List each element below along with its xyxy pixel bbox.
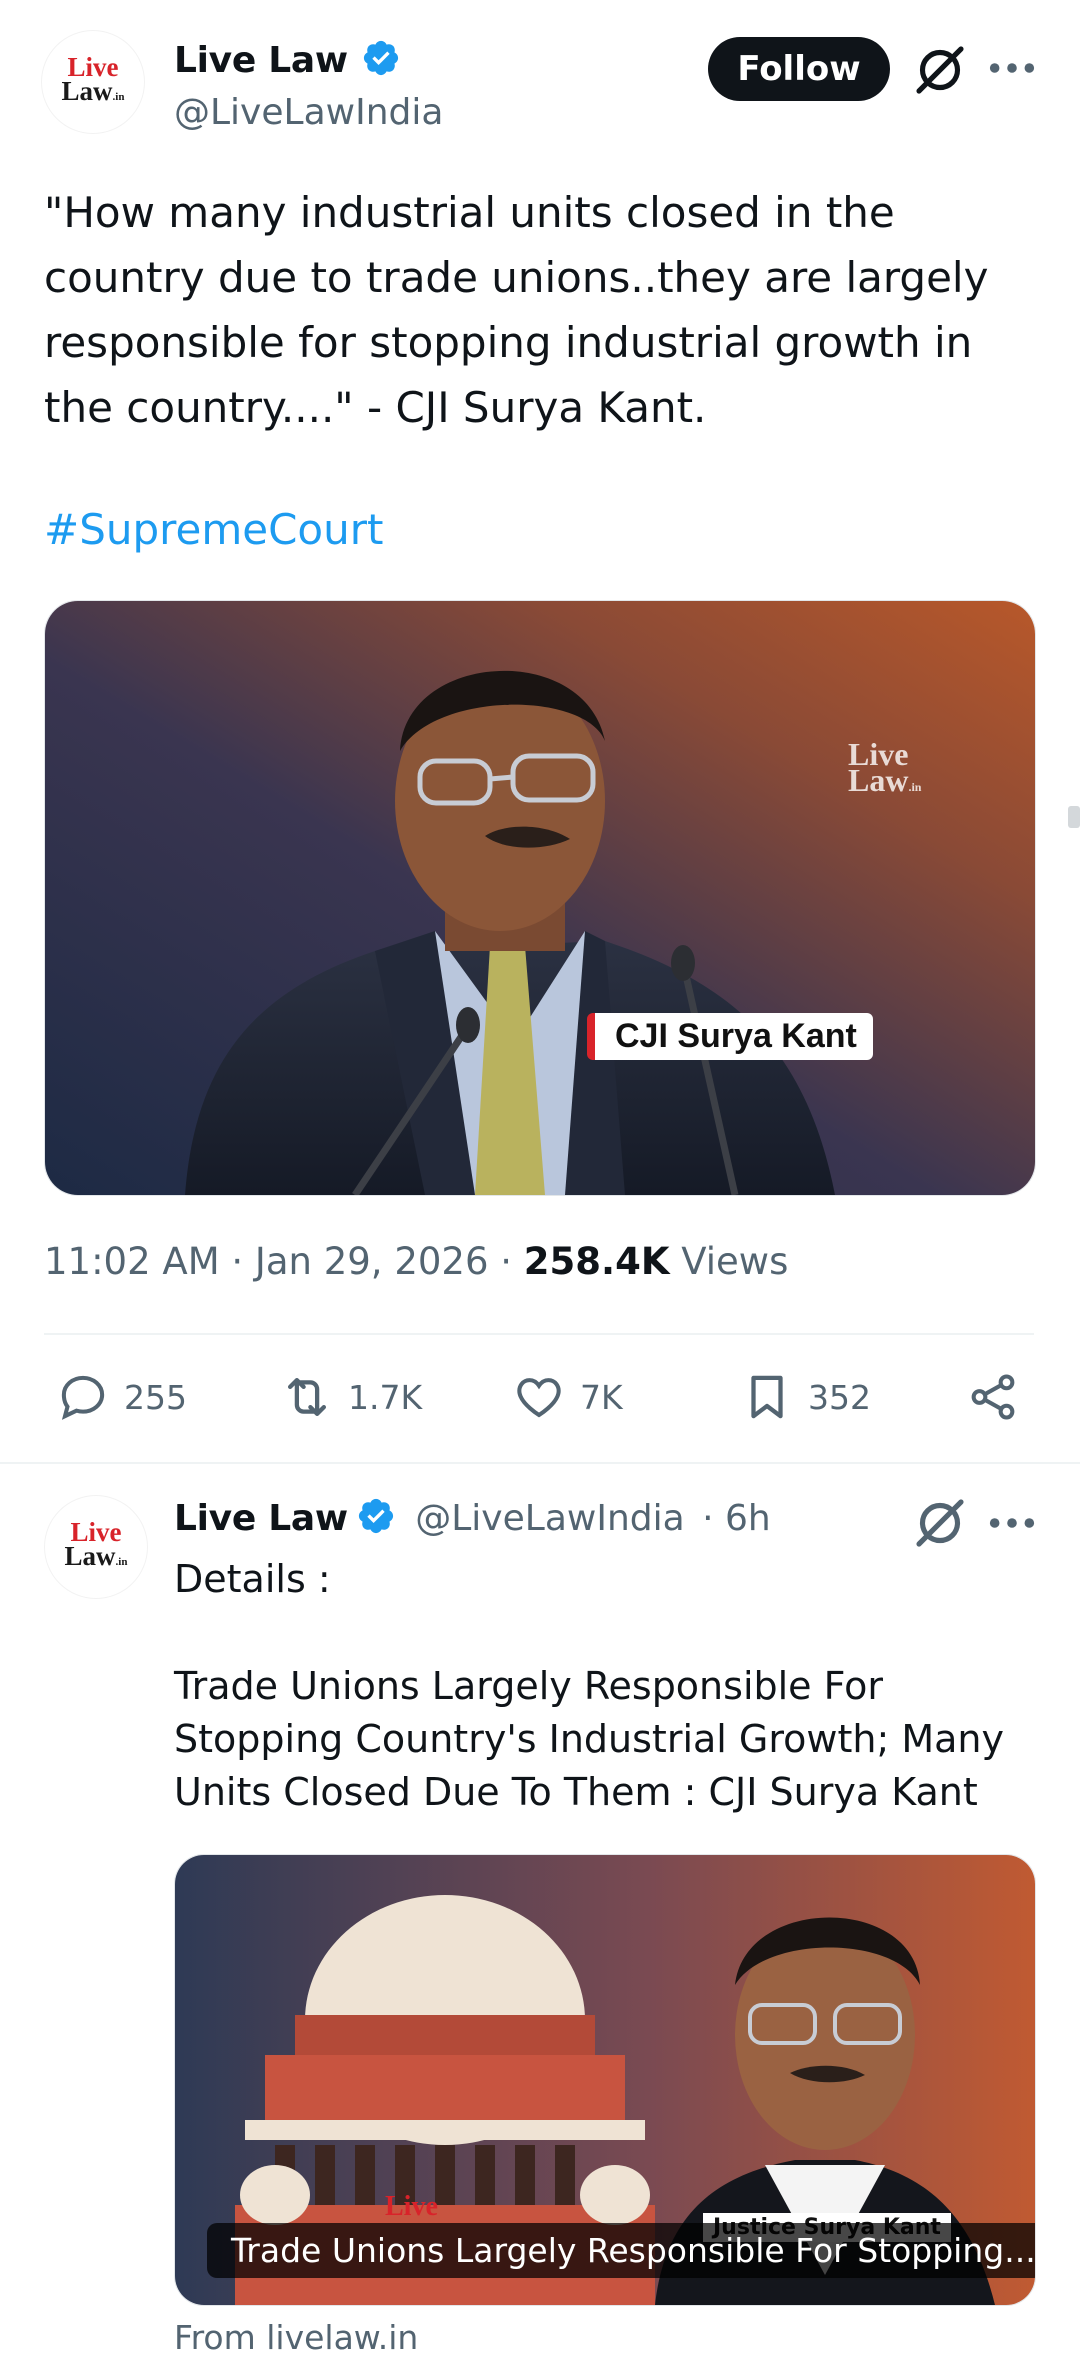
author-handle[interactable]: @LiveLawIndia bbox=[174, 92, 443, 133]
views-count: 258.4K bbox=[523, 1240, 670, 1283]
more-icon[interactable] bbox=[986, 50, 1038, 86]
repost-count: 1.7K bbox=[348, 1377, 423, 1417]
reply-author-avatar[interactable]: Live Law.in bbox=[44, 1495, 148, 1599]
like-icon bbox=[517, 1378, 561, 1418]
reply-logo-text-law: Law.in bbox=[64, 1541, 128, 1571]
link-card-source[interactable]: From livelaw.in bbox=[174, 2318, 418, 2357]
logo-text-law: Law.in bbox=[61, 76, 125, 106]
tweet-date[interactable]: Jan 29, 2026 bbox=[255, 1240, 489, 1283]
reply-text-headline: Trade Unions Largely Responsible For Sto… bbox=[174, 1664, 1005, 1814]
like-count: 7K bbox=[580, 1377, 623, 1417]
author-name-row[interactable]: Live Law bbox=[174, 38, 401, 81]
reply-author-name[interactable]: Live Law bbox=[174, 1498, 348, 1539]
reply-header: Live Law @LiveLawIndia · 6h bbox=[174, 1496, 771, 1539]
bookmark-icon bbox=[751, 1375, 783, 1419]
cji-portrait-image bbox=[45, 601, 1035, 1195]
reply-icon bbox=[61, 1375, 105, 1420]
reply-timestamp[interactable]: · 6h bbox=[702, 1498, 771, 1539]
reply-button[interactable]: 255 bbox=[56, 1370, 187, 1424]
follow-button[interactable]: Follow bbox=[708, 37, 890, 101]
verified-badge-icon bbox=[363, 40, 398, 76]
scroll-indicator[interactable] bbox=[1068, 806, 1080, 828]
tweet-meta: 11:02 AM · Jan 29, 2026 · 258.4K Views bbox=[44, 1240, 789, 1283]
thread-divider bbox=[0, 1462, 1080, 1464]
reply-more-icon[interactable] bbox=[986, 1505, 1038, 1541]
meta-divider bbox=[44, 1333, 1034, 1335]
bookmark-count: 352 bbox=[808, 1377, 871, 1417]
share-icon bbox=[971, 1374, 1015, 1420]
reply-author-handle[interactable]: @LiveLawIndia bbox=[415, 1498, 684, 1539]
repost-button[interactable]: 1.7K bbox=[280, 1370, 422, 1424]
like-button[interactable]: 7K bbox=[512, 1370, 623, 1424]
image-name-tag: CJI Surya Kant bbox=[587, 1013, 873, 1060]
author-avatar[interactable]: Live Law.in bbox=[41, 30, 145, 134]
reply-grok-icon[interactable] bbox=[912, 1495, 968, 1551]
link-card[interactable]: Live Justice Surya Kant Trade Unions Lar… bbox=[174, 1854, 1036, 2306]
repost-icon bbox=[287, 1377, 327, 1417]
tweet-text: "How many industrial units closed in the… bbox=[44, 188, 989, 432]
views-label: Views bbox=[681, 1240, 789, 1283]
author-name[interactable]: Live Law bbox=[174, 40, 348, 81]
reply-text-details: Details : bbox=[174, 1557, 331, 1601]
image-watermark: Live Law.in bbox=[848, 736, 922, 798]
grok-icon[interactable] bbox=[912, 42, 968, 98]
tweet-media-image[interactable]: Live Law.in CJI Surya Kant bbox=[44, 600, 1036, 1196]
hashtag-link[interactable]: #SupremeCourt bbox=[44, 505, 383, 554]
tweet-time[interactable]: 11:02 AM bbox=[44, 1240, 220, 1283]
card-logo: Live bbox=[385, 2191, 438, 2222]
share-button[interactable] bbox=[966, 1370, 1034, 1424]
link-card-caption: Trade Unions Largely Responsible For Sto… bbox=[207, 2223, 1035, 2278]
bookmark-button[interactable]: 352 bbox=[740, 1370, 871, 1424]
reply-verified-badge-icon bbox=[358, 1498, 393, 1534]
reply-count: 255 bbox=[124, 1377, 187, 1417]
